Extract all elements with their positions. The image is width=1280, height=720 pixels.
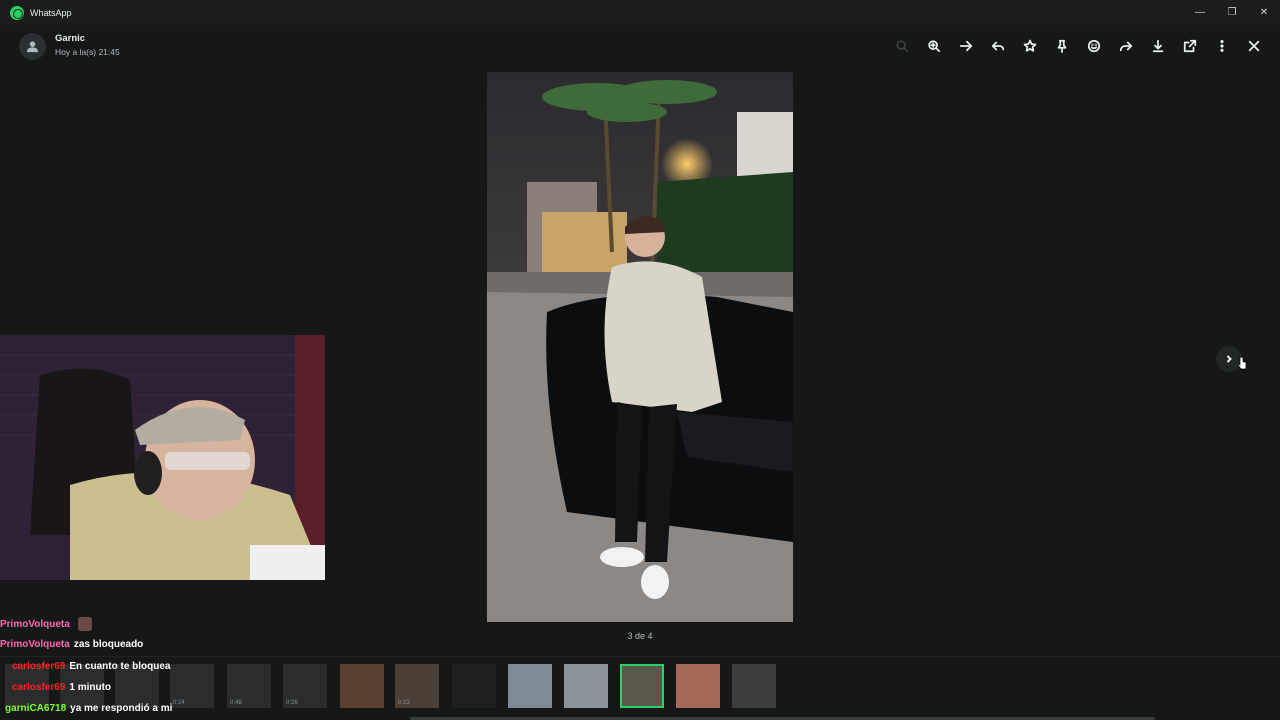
chat-message: carlosfer69 1 minuto — [12, 682, 111, 693]
media-viewer-header: Garnic Hoy a la(s) 21:45 — [0, 25, 1280, 69]
window-titlebar: WhatsApp — ❐ ✕ — [0, 0, 1280, 25]
chat-message: PrimoVolqueta zas bloqueado — [0, 639, 143, 650]
chat-message: garniCA6718 ya me respondió a mi — [5, 703, 172, 714]
contact-name[interactable]: Garnic — [55, 33, 85, 44]
chat-username: PrimoVolqueta — [0, 618, 70, 630]
chevron-right-icon — [1226, 355, 1232, 363]
thumbnail[interactable] — [732, 664, 776, 708]
thumbnail[interactable] — [564, 664, 608, 708]
chat-text: ya me respondió a mi — [70, 703, 173, 714]
chat-username: carlosfer69 — [12, 661, 66, 672]
thumbnail[interactable]: 0:23 — [395, 664, 439, 708]
chat-message: PrimoVolqueta — [0, 617, 92, 631]
photo-image — [487, 72, 793, 622]
message-timestamp: Hoy a la(s) 21:45 — [55, 47, 120, 57]
thumbnail-selected[interactable] — [620, 664, 664, 708]
chat-username: garniCA6718 — [5, 703, 67, 714]
avatar[interactable] — [19, 33, 46, 60]
thumbnail[interactable] — [676, 664, 720, 708]
thumbnail[interactable] — [340, 664, 384, 708]
chat-username: PrimoVolqueta — [0, 639, 70, 650]
webcam-image — [0, 335, 325, 580]
stream-chat-overlay: PrimoVolqueta PrimoVolqueta zas bloqueado… — [0, 614, 330, 720]
whatsapp-logo-icon — [10, 5, 24, 20]
close-icon[interactable] — [1238, 30, 1270, 62]
media-photo[interactable] — [487, 72, 793, 622]
chat-text: En cuanto te bloquea — [69, 661, 171, 672]
chat-username: carlosfer69 — [12, 682, 66, 693]
reply-icon[interactable] — [982, 30, 1014, 62]
chat-message: carlosfer69 En cuanto te bloquea — [12, 661, 171, 672]
mouse-cursor-icon — [1237, 356, 1247, 370]
chat-text: 1 minuto — [69, 682, 112, 693]
download-icon[interactable] — [1142, 30, 1174, 62]
forward-icon[interactable] — [1110, 30, 1142, 62]
zoom-in-icon[interactable] — [918, 30, 950, 62]
webcam-overlay — [0, 335, 325, 580]
video-duration: 0:23 — [398, 700, 410, 706]
thumbnail[interactable] — [508, 664, 552, 708]
thumbnail[interactable] — [452, 664, 496, 708]
close-window-button[interactable]: ✕ — [1248, 0, 1280, 25]
search-icon — [886, 30, 918, 62]
app-title: WhatsApp — [30, 7, 72, 18]
emote-icon — [77, 617, 92, 631]
person-icon — [26, 41, 39, 53]
menu-icon[interactable] — [1206, 30, 1238, 62]
restore-button[interactable]: ❐ — [1216, 0, 1248, 25]
viewer-toolbar — [886, 30, 1270, 62]
chat-text: zas bloqueado — [73, 639, 144, 650]
pin-icon[interactable] — [1046, 30, 1078, 62]
open-external-icon[interactable] — [1174, 30, 1206, 62]
media-counter: 3 de 4 — [627, 631, 653, 641]
arrow-forward-icon[interactable] — [950, 30, 982, 62]
minimize-button[interactable]: — — [1184, 0, 1216, 25]
star-icon[interactable] — [1014, 30, 1046, 62]
emoji-icon[interactable] — [1078, 30, 1110, 62]
